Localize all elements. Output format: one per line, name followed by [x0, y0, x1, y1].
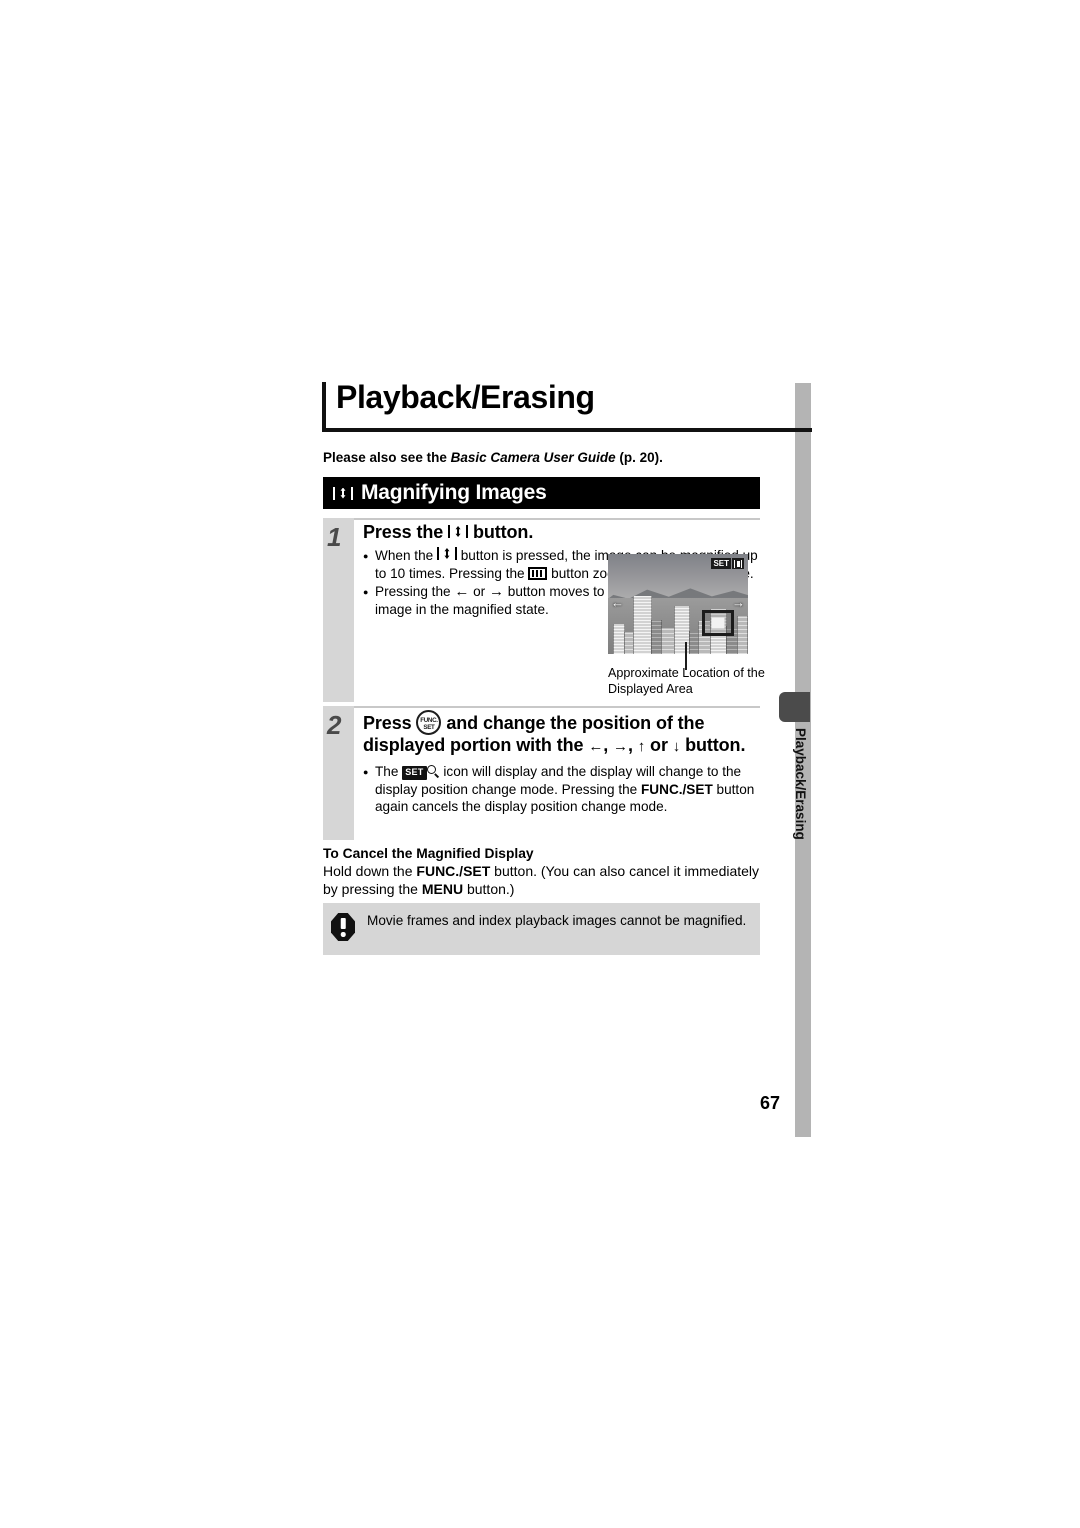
step-2-number: 2: [327, 710, 342, 740]
arrow-right-icon: →: [732, 595, 745, 610]
step2-bullet-text-1: The: [375, 763, 403, 779]
sep-3: or: [645, 735, 673, 755]
figure-caption: Approximate Location of the Displayed Ar…: [608, 666, 765, 696]
sep-1: ,: [603, 735, 614, 755]
page-number: 67: [760, 1093, 781, 1113]
section-title: Magnifying Images: [361, 481, 547, 504]
magnify-button-icon: [436, 546, 457, 560]
title-bottom-rule: [322, 428, 812, 432]
camera-lcd-image: SET ← →: [608, 554, 748, 654]
func-set-bold-label: FUNC./SET: [416, 863, 491, 879]
step-1-heading-pre: Press the: [363, 522, 449, 542]
step-2: 2 Press FUNC. SET and change the position…: [323, 706, 760, 840]
arrow-right-icon: →: [488, 583, 504, 601]
magnifier-icon: [426, 764, 440, 778]
arrow-right-icon: →: [613, 738, 628, 755]
caution-note-box: Movie frames and index playback images c…: [323, 903, 760, 955]
building: [737, 616, 748, 654]
step-2-body: Press FUNC. SET and change the position o…: [363, 710, 758, 817]
building: [674, 606, 690, 654]
func-set-button-icon: FUNC. SET: [416, 710, 442, 735]
step-2-bullets: The SET icon will display and the displa…: [363, 763, 758, 816]
see-also-line: Please also see the Basic Camera User Gu…: [323, 450, 663, 465]
side-thumb-tab: [779, 692, 810, 722]
arrow-left-icon: ←: [588, 738, 604, 755]
section-heading-bar: Magnifying Images: [323, 477, 760, 509]
cancel-magnified-display-section: To Cancel the Magnified Display Hold dow…: [323, 846, 773, 898]
step-2-heading-3: button.: [680, 735, 746, 755]
cancel-section-heading: To Cancel the Magnified Display: [323, 846, 534, 861]
manual-page: Playback/Erasing Please also see the Bas…: [0, 0, 1080, 1528]
camera-screen-figure: SET ← → Approximate Location of the Disp…: [608, 554, 765, 696]
set-badge-icon: SET: [402, 765, 427, 780]
title-left-rule: [322, 382, 326, 432]
cancel-text-3: button.): [463, 881, 515, 898]
func-set-bold-label: FUNC./SET: [641, 781, 713, 797]
chapter-title-block: Playback/Erasing: [322, 379, 812, 434]
building: [633, 596, 652, 654]
displayed-area-indicator: [702, 610, 734, 636]
step-2-heading: Press FUNC. SET and change the position o…: [363, 710, 758, 757]
arrow-left-icon: ←: [454, 583, 470, 601]
caution-exclamation-icon: [331, 913, 355, 941]
magnify-button-icon: [333, 486, 353, 500]
cancel-section-body: Hold down the FUNC./SET button. (You can…: [323, 862, 773, 898]
magnify-button-icon: [448, 525, 469, 538]
step-1-number: 1: [327, 522, 342, 552]
list-item: The SET icon will display and the displa…: [363, 763, 758, 816]
caution-note-text: Movie frames and index playback images c…: [367, 913, 747, 928]
bullet-1-text-1: When the: [375, 547, 437, 563]
magnify-button-icon: [732, 558, 744, 569]
see-also-suffix: (p. 20).: [615, 450, 663, 465]
step-2-top-rule: [323, 706, 760, 708]
side-tab-label: Playback/Erasing: [793, 728, 808, 840]
step-2-heading-1: Press: [363, 713, 417, 733]
building: [661, 628, 675, 654]
sep-2: ,: [627, 735, 638, 755]
see-also-prefix: Please also see the: [323, 450, 451, 465]
wide-angle-icon: [528, 566, 548, 580]
step-1-heading-post: button.: [468, 522, 534, 542]
bullet-2-text-1: Pressing the: [375, 584, 455, 600]
see-also-guide-name: Basic Camera User Guide: [450, 450, 616, 465]
cancel-text-1: Hold down the: [323, 863, 417, 879]
step-1-top-rule: [323, 518, 760, 520]
step-1-heading: Press the button.: [363, 522, 758, 544]
arrow-left-icon: ←: [611, 595, 624, 610]
bullet-2-text-2: or: [469, 584, 489, 600]
lcd-set-label: SET: [711, 558, 731, 569]
menu-bold-label: MENU: [421, 881, 464, 898]
chapter-title: Playback/Erasing: [336, 379, 595, 415]
lcd-set-indicator: SET: [711, 558, 744, 569]
